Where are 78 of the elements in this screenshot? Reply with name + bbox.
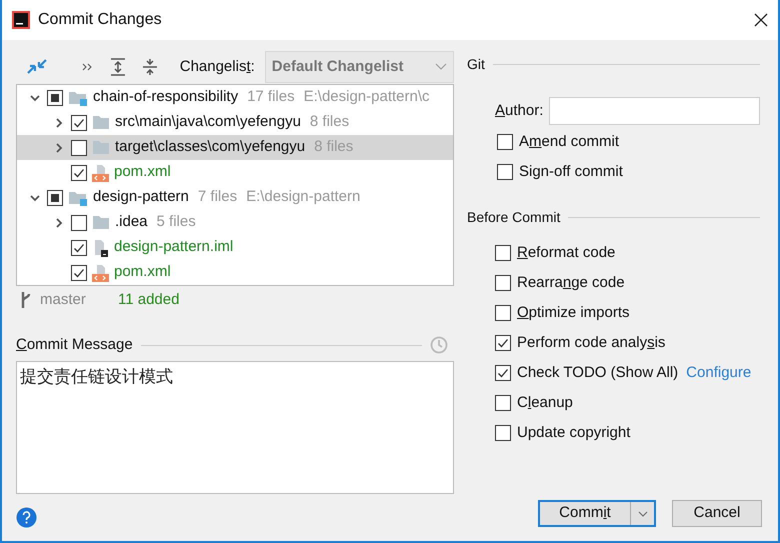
changelist-label: Changelist: xyxy=(180,56,255,77)
tree-row[interactable]: .idea 5 files xyxy=(17,210,453,235)
checkbox[interactable] xyxy=(495,365,511,381)
file-count: 17 files xyxy=(247,87,295,108)
tree-row[interactable]: design-pattern 7 files E:\design-pattern xyxy=(17,185,453,210)
checkbox[interactable] xyxy=(47,90,63,106)
option-label[interactable]: Perform code analysis xyxy=(517,332,666,354)
cancel-button[interactable]: Cancel xyxy=(672,500,762,527)
checkbox[interactable] xyxy=(497,134,513,150)
module-folder-icon xyxy=(68,190,88,206)
checkbox[interactable] xyxy=(495,425,511,441)
checkbox[interactable] xyxy=(495,275,511,291)
option-label[interactable]: Reformat code xyxy=(517,242,616,264)
app-logo-icon xyxy=(12,11,30,29)
option-label[interactable]: Rearrange code xyxy=(517,272,625,294)
commit-split-button[interactable]: Commit xyxy=(538,500,656,527)
option-label[interactable]: Update copyright xyxy=(517,422,630,444)
branch-icon xyxy=(20,291,32,309)
added-count: 11 added xyxy=(118,290,180,310)
checkbox[interactable] xyxy=(71,164,87,180)
folder-icon xyxy=(92,115,110,130)
option-label[interactable]: Amend commit xyxy=(519,130,620,154)
checkbox[interactable] xyxy=(47,190,63,206)
checkbox[interactable] xyxy=(497,164,513,180)
close-icon[interactable] xyxy=(754,13,768,27)
tree-item-label: pom.xml xyxy=(114,162,171,182)
option-label[interactable]: Check TODO (Show All) xyxy=(517,362,678,384)
module-folder-icon xyxy=(68,90,88,106)
checkbox[interactable] xyxy=(71,214,87,230)
module-file-icon xyxy=(92,238,109,256)
collapse-all-icon[interactable] xyxy=(142,58,158,76)
xml-file-icon xyxy=(92,164,109,182)
tree-row[interactable]: target\classes\com\yefengyu 8 files xyxy=(17,135,453,160)
checkbox[interactable] xyxy=(495,305,511,321)
git-section-title: Git xyxy=(467,55,485,74)
author-field[interactable] xyxy=(549,97,760,125)
author-label: Author: xyxy=(495,100,544,121)
checkbox[interactable] xyxy=(71,240,87,256)
tree-row[interactable]: design-pattern.iml xyxy=(17,235,453,260)
configure-link[interactable]: Configure xyxy=(686,362,752,384)
tree-item-label: chain-of-responsibility xyxy=(93,87,238,108)
tree-item-label: design-pattern.iml xyxy=(114,237,234,258)
tree-row[interactable]: pom.xml xyxy=(17,160,453,185)
commit-message-label: Commit Message xyxy=(16,335,133,355)
folder-icon xyxy=(92,215,110,230)
file-count: 5 files xyxy=(156,212,196,232)
tree-item-label: pom.xml xyxy=(114,262,171,282)
checkbox[interactable] xyxy=(71,264,87,280)
checkbox[interactable] xyxy=(71,114,87,130)
folder-icon xyxy=(92,140,110,155)
option-label[interactable]: Sign-off commit xyxy=(519,160,623,184)
tree-row[interactable]: src\main\java\com\yefengyu 8 files xyxy=(17,110,453,135)
changelist-dropdown[interactable]: Default Changelist xyxy=(264,51,454,83)
module-path: E:\design-pattern xyxy=(246,187,360,208)
window-title: Commit Changes xyxy=(38,10,163,30)
tree-item-label: .idea xyxy=(115,212,148,232)
branch-name: master xyxy=(40,290,87,310)
option-label[interactable]: Optimize imports xyxy=(517,302,630,324)
expand-all-icon[interactable] xyxy=(110,58,126,76)
more-icon[interactable] xyxy=(82,62,94,72)
tree-row[interactable]: chain-of-responsibility 17 files E:\design-pattern\c xyxy=(17,85,453,110)
tree-item-label: target\classes\com\yefengyu xyxy=(115,137,306,158)
file-count: 7 files xyxy=(198,187,238,208)
before-commit-title: Before Commit xyxy=(467,208,560,227)
checkbox[interactable] xyxy=(495,395,511,411)
help-icon[interactable] xyxy=(16,506,37,528)
checkbox[interactable] xyxy=(495,245,511,261)
file-count: 8 files xyxy=(314,137,354,158)
checkbox[interactable] xyxy=(71,140,87,156)
tree-item-label: design-pattern xyxy=(93,187,189,208)
tree-row[interactable]: pom.xml xyxy=(17,260,453,285)
commit-message-field[interactable]: 提交责任链设计模式 xyxy=(16,360,454,494)
option-label[interactable]: Cleanup xyxy=(517,392,573,414)
checkbox[interactable] xyxy=(495,335,511,351)
file-count: 8 files xyxy=(310,112,350,132)
xml-file-icon xyxy=(92,264,109,282)
module-path: E:\design-pattern\c xyxy=(304,87,430,108)
tree-item-label: src\main\java\com\yefengyu xyxy=(115,112,301,132)
